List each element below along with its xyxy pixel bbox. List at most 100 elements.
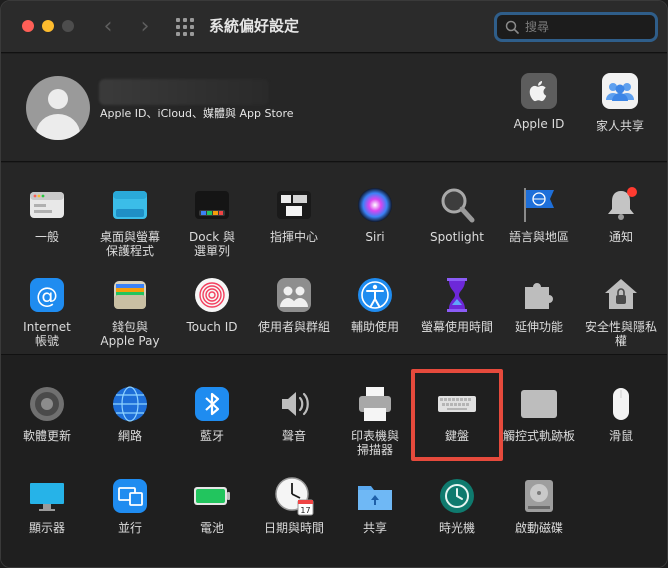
pane-accessibility[interactable]: 輔助使用 <box>334 275 416 334</box>
pane-date-time[interactable]: 17 日期與時間 <box>253 476 335 535</box>
search-input[interactable] <box>525 17 651 37</box>
search-field[interactable] <box>494 12 658 42</box>
pane-wallet-applepay[interactable]: 錢包與 Apple Pay <box>89 275 171 348</box>
pane-label: 顯示器 <box>28 521 65 535</box>
close-window-button[interactable] <box>22 20 34 32</box>
pane-desktop-screensaver[interactable]: 桌面與螢幕 保護程式 <box>89 185 171 258</box>
pane-displays[interactable]: 顯示器 <box>6 476 88 535</box>
pane-spotlight[interactable]: Spotlight <box>416 185 498 244</box>
pane-label: 共享 <box>362 521 387 535</box>
pane-label: 觸控式軌跡板 <box>502 429 575 443</box>
system-preferences-window: ‹ › 系統偏好設定 Apple ID、iCloud、媒體與 App Store <box>0 0 668 568</box>
hourglass-icon <box>437 275 477 315</box>
pane-label: 通知 <box>608 230 633 244</box>
pane-label: 語言與地區 <box>508 230 569 244</box>
pane-general[interactable]: 一般 <box>6 185 88 244</box>
show-all-grid-icon[interactable] <box>176 18 194 36</box>
mouse-icon <box>601 384 641 424</box>
pane-label: 藍牙 <box>199 429 224 443</box>
preferences-section-personal: 一般 桌面與螢幕 保護程式 Dock 與 選單列 指揮中心 Siri Spotl… <box>1 163 667 355</box>
pane-siri[interactable]: Siri <box>334 185 416 244</box>
flag-globe-icon <box>519 185 559 225</box>
keyboard-highlight-box <box>411 369 503 461</box>
pane-security-privacy[interactable]: 安全性與隱私權 <box>580 275 662 348</box>
redacted-username <box>99 79 269 105</box>
pane-network[interactable]: 網路 <box>89 384 171 443</box>
user-avatar[interactable] <box>26 76 90 140</box>
pane-users-groups[interactable]: 使用者與群組 <box>253 275 335 334</box>
users-groups-icon <box>274 275 314 315</box>
apple-id-label: Apple ID <box>513 117 565 131</box>
pane-screen-time[interactable]: 螢幕使用時間 <box>416 275 498 334</box>
wallet-icon <box>110 275 150 315</box>
family-sharing-icon <box>602 73 638 109</box>
pane-sharing[interactable]: 共享 <box>334 476 416 535</box>
pane-label: Spotlight <box>430 230 484 244</box>
pane-label: 聲音 <box>281 429 306 443</box>
sharing-folder-icon <box>355 476 395 516</box>
pane-label: Dock 與 選單列 <box>189 230 235 258</box>
pane-dock-menubar[interactable]: Dock 與 選單列 <box>171 185 253 258</box>
apple-id-pane[interactable]: Apple ID <box>499 73 579 131</box>
family-sharing-label: 家人共享 <box>595 119 644 133</box>
pane-label: 啟動磁碟 <box>514 521 563 535</box>
pane-sidecar[interactable]: 並行 <box>89 476 171 535</box>
pane-label: 螢幕使用時間 <box>420 320 493 334</box>
pane-label: 日期與時間 <box>263 521 324 535</box>
pane-label: 錢包與 Apple Pay <box>100 320 160 348</box>
pane-bluetooth[interactable]: 藍牙 <box>171 384 253 443</box>
pane-mouse[interactable]: 滑鼠 <box>580 384 662 443</box>
pane-time-machine[interactable]: 時光機 <box>416 476 498 535</box>
pane-touch-id[interactable]: Touch ID <box>171 275 253 334</box>
pane-label: Touch ID <box>186 320 238 334</box>
family-sharing-pane[interactable]: 家人共享 <box>580 73 660 134</box>
pane-label: 桌面與螢幕 保護程式 <box>99 230 160 258</box>
pane-startup-disk[interactable]: 啟動磁碟 <box>498 476 580 535</box>
notification-bell-icon <box>601 185 641 225</box>
display-monitor-icon <box>27 476 67 516</box>
pane-label: 軟體更新 <box>22 429 71 443</box>
pane-extensions[interactable]: 延伸功能 <box>498 275 580 334</box>
minimize-window-button[interactable] <box>42 20 54 32</box>
pane-label: 延伸功能 <box>514 320 563 334</box>
pane-label: 滑鼠 <box>608 429 633 443</box>
speaker-icon <box>274 384 314 424</box>
pane-sound[interactable]: 聲音 <box>253 384 335 443</box>
spotlight-magnifier-icon <box>437 185 477 225</box>
back-chevron-icon[interactable]: ‹ <box>95 13 121 41</box>
trackpad-icon <box>519 384 559 424</box>
battery-icon <box>192 476 232 516</box>
clock-calendar-icon: 17 <box>274 476 314 516</box>
pane-label: 一般 <box>34 230 59 244</box>
network-globe-icon <box>110 384 150 424</box>
account-section: Apple ID、iCloud、媒體與 App Store Apple ID 家… <box>1 54 667 162</box>
pane-label: 網路 <box>117 429 142 443</box>
account-subtitle[interactable]: Apple ID、iCloud、媒體與 App Store <box>100 105 294 121</box>
sidecar-icon <box>110 476 150 516</box>
time-machine-icon <box>437 476 477 516</box>
pane-internet-accounts[interactable]: @ Internet 帳號 <box>6 275 88 348</box>
siri-icon <box>355 185 395 225</box>
pane-notifications[interactable]: 通知 <box>580 185 662 244</box>
pane-label: 指揮中心 <box>269 230 318 244</box>
pane-label: Siri <box>365 230 385 244</box>
pane-label: 印表機與 掃描器 <box>350 429 399 457</box>
pane-mission-control[interactable]: 指揮中心 <box>253 185 335 244</box>
desktop-screensaver-icon <box>110 185 150 225</box>
pane-software-update[interactable]: 軟體更新 <box>6 384 88 443</box>
puzzle-piece-icon <box>519 275 559 315</box>
pane-battery[interactable]: 電池 <box>171 476 253 535</box>
pane-label: 時光機 <box>438 521 475 535</box>
general-icon <box>27 185 67 225</box>
pane-language-region[interactable]: 語言與地區 <box>498 185 580 244</box>
printer-icon <box>355 384 395 424</box>
mission-control-icon <box>274 185 314 225</box>
hard-disk-icon <box>519 476 559 516</box>
forward-chevron-icon[interactable]: › <box>132 13 158 41</box>
pane-label: 輔助使用 <box>350 320 399 334</box>
zoom-window-button[interactable] <box>62 20 74 32</box>
calendar-day-text: 17 <box>300 506 310 515</box>
window-title: 系統偏好設定 <box>209 17 300 35</box>
pane-trackpad[interactable]: 觸控式軌跡板 <box>498 384 580 443</box>
pane-printers-scanners[interactable]: 印表機與 掃描器 <box>334 384 416 457</box>
